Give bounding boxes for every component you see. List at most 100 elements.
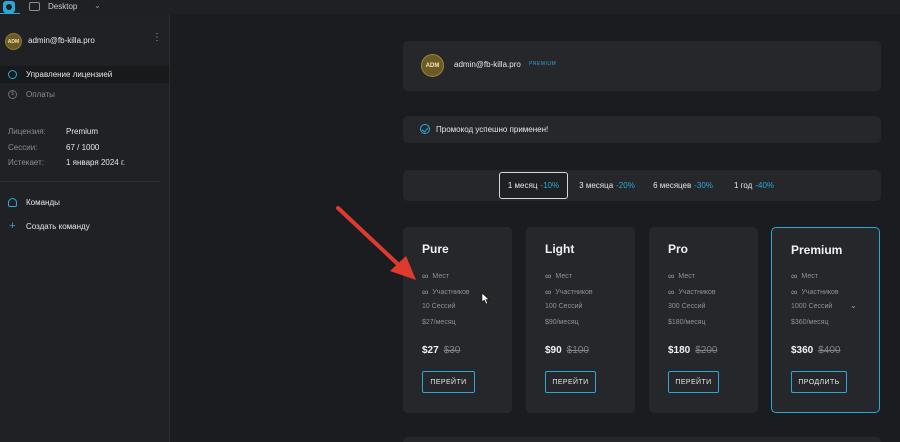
price-current: $27 (422, 345, 439, 356)
user-icon (8, 70, 17, 79)
period-discount: -10% (540, 181, 560, 190)
sidebar-item-license[interactable]: Управление лицензией (0, 66, 169, 83)
create-team-label: Создать команду (26, 222, 90, 231)
next-card-edge (403, 437, 881, 442)
plan-feature-sessions: 10 Сессий (422, 303, 456, 310)
sidebar-item-teams[interactable]: Команды (0, 194, 169, 211)
price-current: $90 (545, 345, 562, 356)
plan-monthly-price: $180/месяц (668, 319, 706, 326)
plan-feature-members: ∞ Участников (791, 288, 839, 297)
period-tab-1-year[interactable]: 1 год -40% (723, 172, 785, 199)
team-icon (8, 198, 17, 207)
price-current: $360 (791, 345, 814, 356)
plan-badge: PREMIUM (529, 61, 557, 67)
plan-name: Light (545, 242, 575, 256)
plan-card-light: Light ∞ Мест ∞ Участников 100 Сессий $90/м… (526, 227, 635, 413)
period-label: 6 месяцев (653, 181, 692, 190)
expires-info-row: Истекает: 1 января 2024 г. (8, 158, 125, 167)
license-label: Лицензия: (8, 127, 46, 136)
license-info-row: Лицензия: Premium (8, 127, 98, 136)
infinity-icon: ∞ (545, 271, 552, 281)
plan-name: Pro (668, 242, 689, 256)
profile-card: ADM admin@fb-killa.pro PREMIUM (403, 41, 881, 91)
top-bar: Desktop ⌄ (0, 0, 900, 14)
price-old: $200 (695, 345, 718, 356)
infinity-icon: ∞ (791, 287, 798, 297)
feature-label: Мест (801, 273, 818, 280)
sidebar: ADM admin@fb-killa.pro ⋮ Управление лице… (0, 14, 170, 442)
plan-feature-sessions: 100 Сессий (545, 303, 583, 310)
plan-card-pro: Pro ∞ Мест ∞ Участников 300 Сессий $180/ме… (649, 227, 758, 413)
plan-feature-sessions[interactable]: 1000 Сессий (791, 303, 832, 310)
plan-price: $90 $100 (545, 345, 589, 356)
chevron-down-icon[interactable]: ⌄ (94, 1, 101, 10)
plan-price: $180 $200 (668, 345, 718, 356)
renew-button[interactable]: ПРОДЛИТЬ (791, 371, 847, 393)
feature-label: Участников (801, 289, 839, 296)
annotation-arrow-icon (336, 206, 416, 280)
infinity-icon: ∞ (791, 271, 798, 281)
price-current: $180 (668, 345, 691, 356)
promo-message: Промокод успешно применен! (436, 125, 549, 134)
plan-feature-members: ∞ Участников (422, 288, 470, 297)
period-discount: -30% (694, 181, 713, 190)
billing-period-selector: 1 месяц -10% 3 месяца -20% 6 месяцев -30% 1… (403, 170, 881, 201)
expires-label: Истекает: (8, 158, 44, 167)
feature-label: Участников (432, 289, 470, 296)
period-label: 3 месяца (579, 181, 614, 190)
sidebar-item-label: Управление лицензией (26, 70, 113, 79)
period-discount: -20% (616, 181, 635, 190)
plan-feature-seats: ∞ Мест (668, 272, 695, 281)
go-button[interactable]: ПЕРЕЙТИ (668, 371, 719, 393)
feature-label: Мест (678, 273, 695, 280)
go-button[interactable]: ПЕРЕЙТИ (545, 371, 596, 393)
period-tab-3-months[interactable]: 3 месяца -20% (571, 172, 643, 199)
period-tab-6-months[interactable]: 6 месяцев -30% (646, 172, 720, 199)
plan-feature-members: ∞ Участников (545, 288, 593, 297)
plan-monthly-price: $90/месяц (545, 319, 579, 326)
check-circle-icon (420, 124, 430, 134)
more-menu-icon[interactable]: ⋮ (152, 33, 162, 43)
sidebar-item-payments[interactable]: $ Оплаты (0, 86, 169, 103)
plan-feature-seats: ∞ Мест (422, 272, 449, 281)
price-old: $400 (818, 345, 841, 356)
license-value: Premium (66, 127, 99, 136)
dollar-icon: $ (8, 90, 17, 99)
profile-email: admin@fb-killa.pro (454, 60, 521, 69)
plan-feature-members: ∞ Участников (668, 288, 716, 297)
period-label: 1 год (733, 181, 753, 190)
chevron-down-icon[interactable]: ⌄ (850, 301, 857, 310)
plan-name: Premium (791, 243, 843, 257)
avatar[interactable]: ADM (5, 33, 22, 50)
price-old: $100 (566, 345, 589, 356)
account-email: admin@fb-killa.pro (28, 36, 95, 45)
plan-monthly-price: $27/месяц (422, 319, 456, 326)
price-old: $30 (443, 345, 461, 356)
sessions-value: 67 / 1000 (66, 143, 100, 152)
workspace-label[interactable]: Desktop (48, 2, 77, 11)
promo-success-banner: Промокод успешно применен! (403, 116, 881, 143)
plan-card-premium: Premium ∞ Мест ∞ Участников 1000 Сессий ⌄ … (771, 227, 880, 413)
expires-value: 1 января 2024 г. (66, 158, 126, 167)
feature-label: Мест (555, 273, 572, 280)
feature-label: Участников (678, 289, 716, 296)
sessions-label: Сессии: (8, 143, 38, 152)
sidebar-divider (0, 181, 160, 182)
infinity-icon: ∞ (545, 287, 552, 297)
plan-feature-sessions: 300 Сессий (668, 303, 706, 310)
avatar: ADM (421, 54, 444, 77)
feature-label: Участников (555, 289, 593, 296)
create-team-button[interactable]: + Создать команду (0, 218, 169, 235)
plan-price: $360 $400 (791, 345, 841, 356)
mouse-cursor-icon (481, 292, 490, 305)
plan-monthly-price: $360/месяц (791, 319, 829, 326)
plan-feature-seats: ∞ Мест (545, 272, 572, 281)
go-button[interactable]: ПЕРЕЙТИ (422, 371, 475, 393)
period-tab-1-month[interactable]: 1 месяц -10% (499, 172, 568, 199)
app-logo-icon[interactable] (3, 1, 15, 13)
sidebar-item-label: Команды (26, 198, 60, 207)
plan-price: $27 $30 (422, 345, 460, 356)
sessions-info-row: Сессии: 67 / 1000 (8, 143, 99, 152)
infinity-icon: ∞ (668, 287, 675, 297)
sidebar-item-label: Оплаты (26, 90, 55, 99)
